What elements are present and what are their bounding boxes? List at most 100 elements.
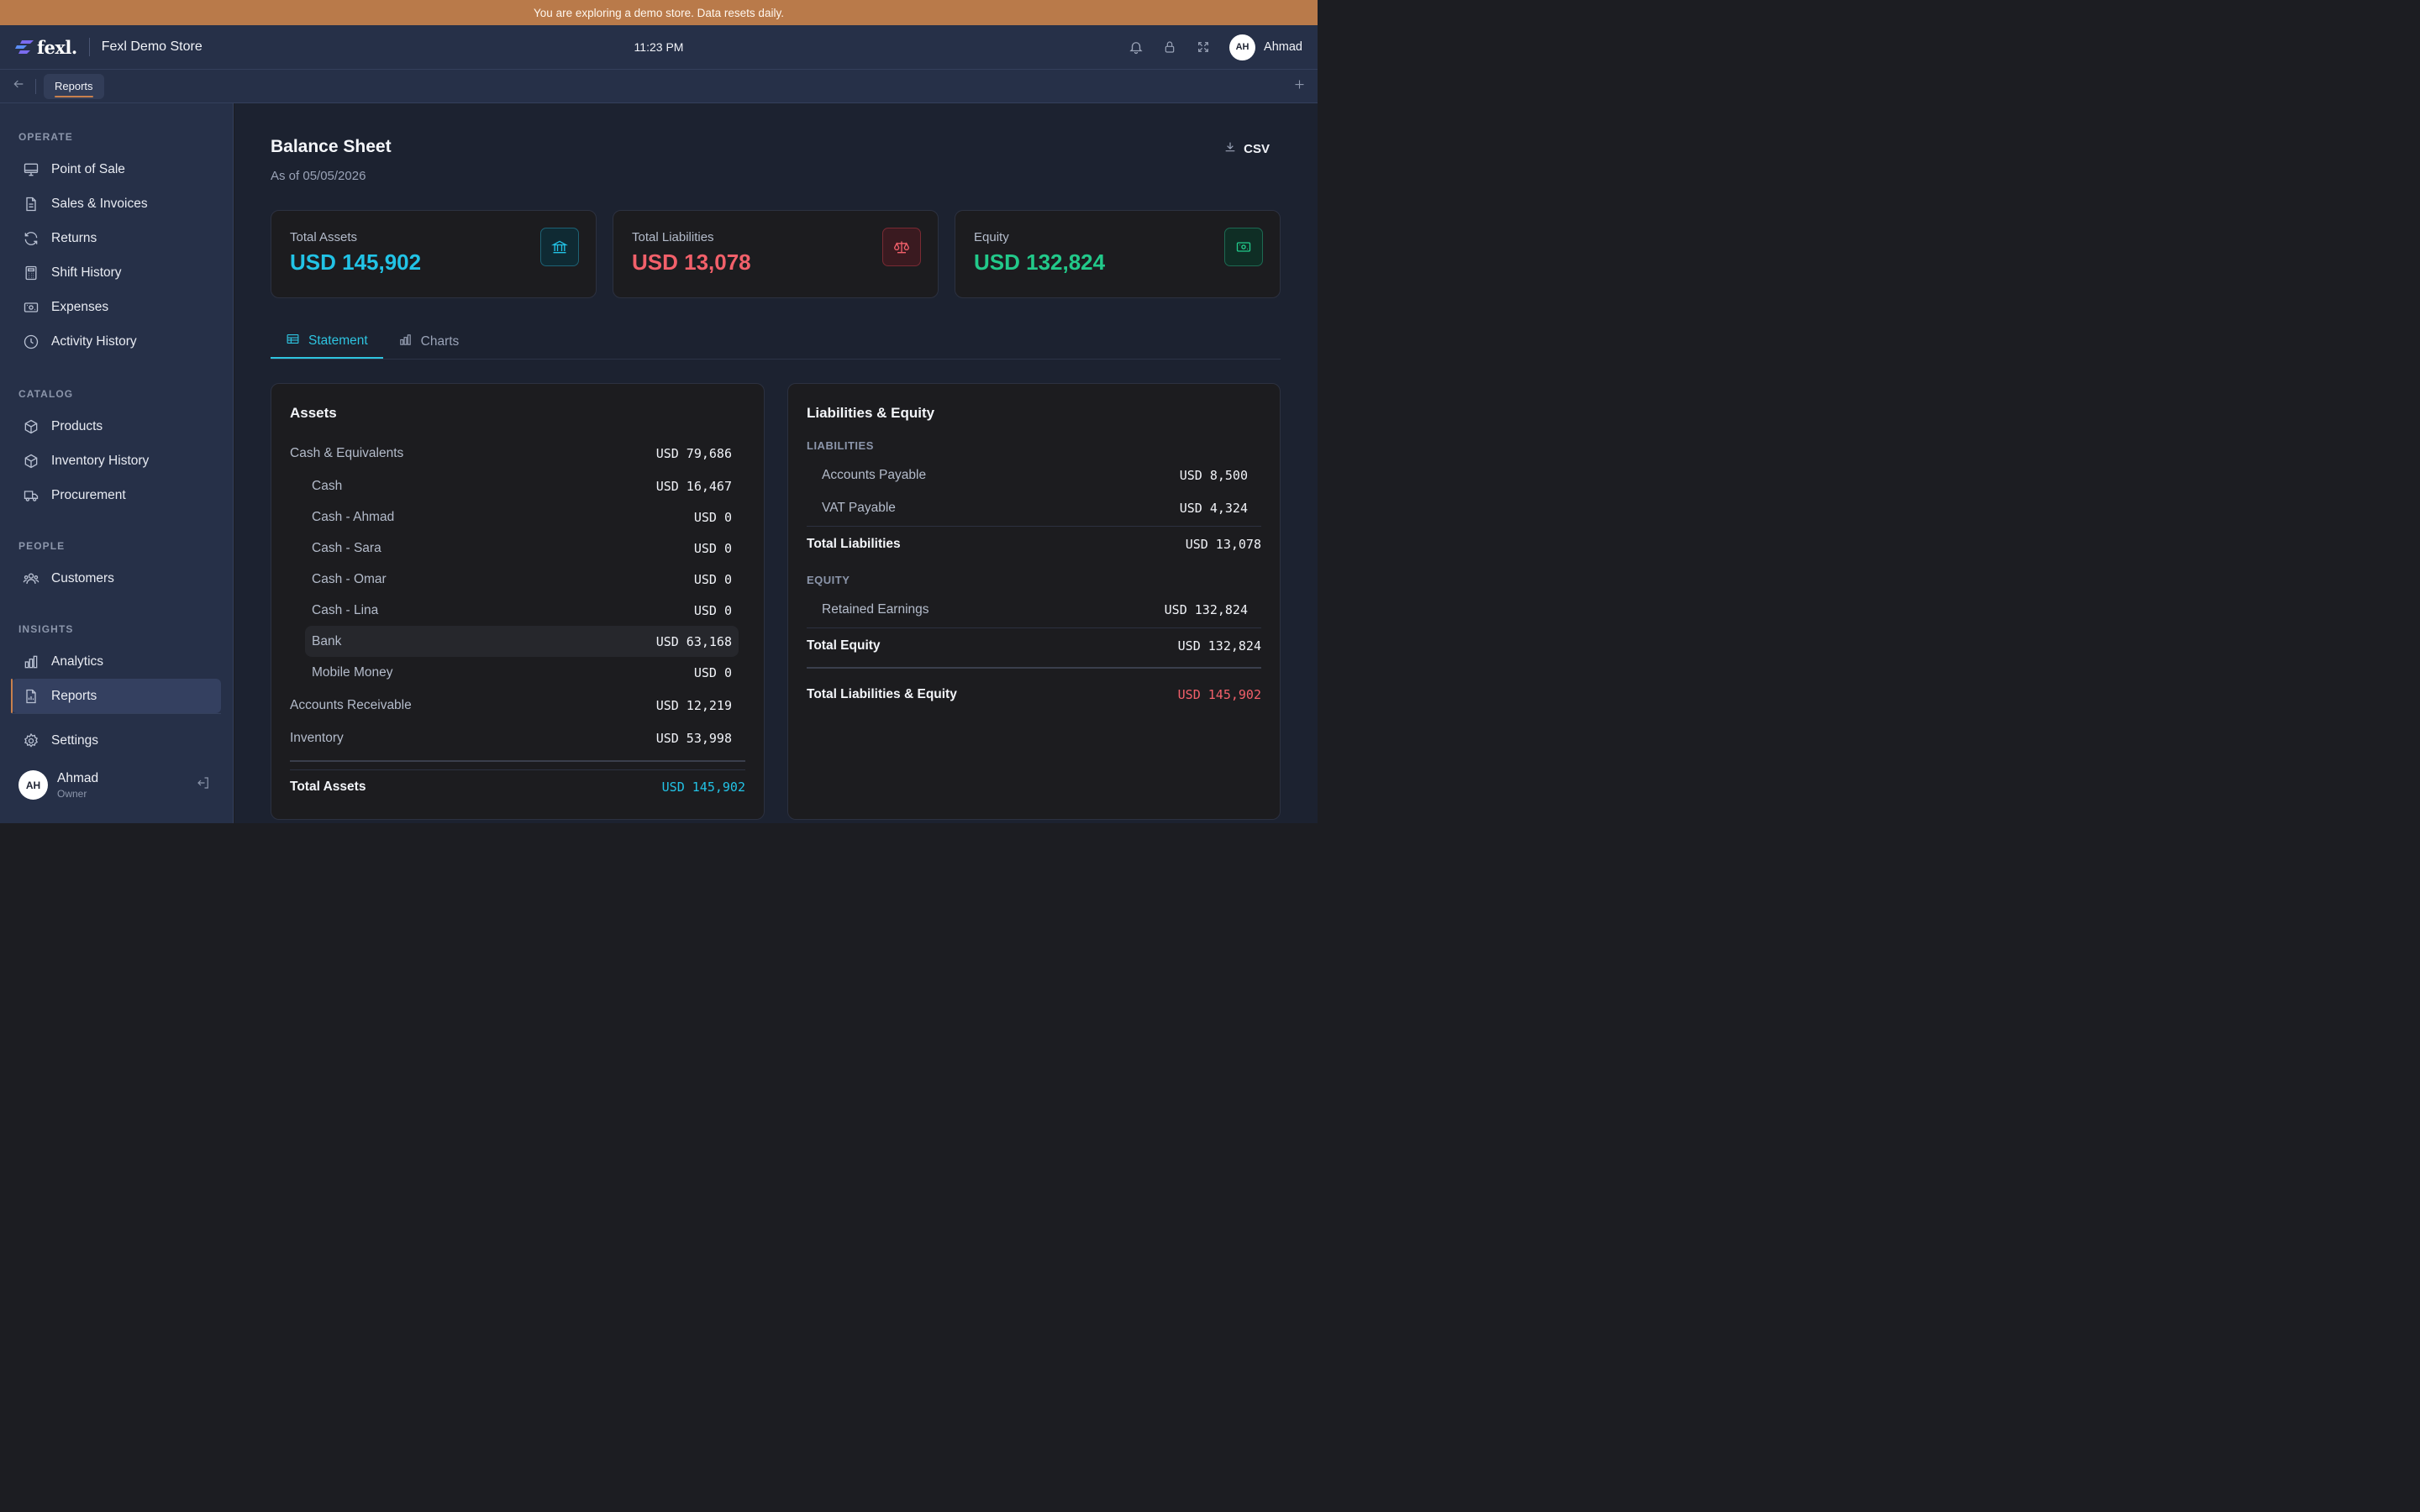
logo[interactable]: fexl. bbox=[15, 37, 77, 58]
row-label: Total Assets bbox=[290, 779, 366, 794]
sidebar-item-label: Procurement bbox=[51, 487, 126, 502]
section-catalog: CATALOG bbox=[18, 388, 74, 400]
bell-icon[interactable] bbox=[1128, 39, 1144, 55]
row-mobile-money: Mobile Money USD 0 bbox=[305, 657, 739, 688]
row-label: Total Liabilities & Equity bbox=[807, 686, 957, 701]
section-insights: INSIGHTS bbox=[18, 623, 74, 635]
sidebar-item-customers[interactable]: Customers bbox=[0, 561, 233, 596]
logout-icon[interactable] bbox=[196, 775, 211, 795]
truck-icon bbox=[22, 486, 39, 504]
row-label: Inventory bbox=[290, 730, 344, 745]
sidebar-item-activity[interactable]: Activity History bbox=[0, 324, 233, 359]
sidebar-divider bbox=[12, 713, 221, 714]
row-value: USD 132,824 bbox=[1164, 601, 1248, 617]
banknote-icon bbox=[22, 298, 39, 316]
row-value: USD 0 bbox=[693, 571, 732, 587]
total-liabilities-card: Total Liabilities USD 13,078 bbox=[613, 210, 939, 298]
sidebar-item-label: Activity History bbox=[51, 333, 137, 349]
monitor-icon bbox=[22, 160, 39, 178]
row-label: Mobile Money bbox=[312, 664, 393, 680]
sidebar-item-expenses[interactable]: Expenses bbox=[0, 290, 233, 324]
card-label: Total Liabilities bbox=[632, 230, 714, 244]
tab-divider bbox=[35, 78, 36, 94]
sidebar-item-analytics[interactable]: Analytics bbox=[0, 644, 233, 679]
sidebar-item-procurement[interactable]: Procurement bbox=[0, 478, 233, 512]
tab-label: Statement bbox=[308, 333, 368, 348]
add-tab-icon[interactable] bbox=[1293, 77, 1306, 95]
row-value: USD 79,686 bbox=[655, 445, 732, 461]
row-value: USD 12,219 bbox=[655, 697, 732, 713]
sidebar-item-label: Customers bbox=[51, 570, 114, 585]
logo-wordmark: fexl. bbox=[37, 36, 77, 58]
row-value: USD 0 bbox=[693, 664, 732, 680]
row-label: Bank bbox=[312, 633, 342, 648]
page-title: Balance Sheet bbox=[271, 137, 392, 156]
sidebar-item-products[interactable]: Products bbox=[0, 409, 233, 444]
bar-chart-icon bbox=[22, 653, 39, 670]
bank-icon bbox=[540, 228, 579, 266]
sidebar-item-reports[interactable]: Reports bbox=[11, 679, 221, 713]
divider bbox=[807, 526, 1261, 527]
sidebar-user-role: Owner bbox=[57, 787, 87, 800]
row-label: Total Equity bbox=[807, 638, 881, 653]
row-label: Cash - Lina bbox=[312, 602, 379, 617]
tab-statement[interactable]: Statement bbox=[271, 324, 383, 359]
row-value: USD 145,902 bbox=[661, 779, 745, 795]
main-content: Balance Sheet As of 05/05/2026 CSV Total… bbox=[234, 103, 1318, 823]
row-cash-lina: Cash - Lina USD 0 bbox=[305, 595, 739, 626]
csv-export-button[interactable]: CSV bbox=[1223, 140, 1270, 157]
liabilities-caption: LIABILITIES bbox=[807, 439, 874, 452]
sidebar-item-inventory[interactable]: Inventory History bbox=[0, 444, 233, 478]
row-vat-payable: VAT Payable USD 4,324 bbox=[815, 492, 1248, 523]
row-label: Accounts Payable bbox=[822, 467, 927, 482]
equity-card: Equity USD 132,824 bbox=[955, 210, 1281, 298]
row-inventory: Inventory USD 53,998 bbox=[290, 722, 732, 753]
row-label: Cash - Sara bbox=[312, 540, 381, 555]
panel-title: Assets bbox=[290, 405, 337, 421]
fexl-logo-icon bbox=[15, 40, 34, 54]
card-value: USD 145,902 bbox=[290, 249, 422, 275]
back-arrow-icon[interactable] bbox=[12, 77, 29, 95]
sidebar-user-name: Ahmad bbox=[57, 770, 99, 785]
scale-icon bbox=[882, 228, 921, 266]
table-icon bbox=[286, 332, 300, 350]
sidebar-item-sales[interactable]: Sales & Invoices bbox=[0, 186, 233, 221]
sidebar-item-label: Shift History bbox=[51, 265, 122, 280]
row-label: Retained Earnings bbox=[822, 601, 929, 617]
row-label: VAT Payable bbox=[822, 500, 896, 515]
tab-reports-label: Reports bbox=[55, 80, 93, 92]
row-value: USD 132,824 bbox=[1177, 638, 1261, 654]
store-name[interactable]: Fexl Demo Store bbox=[102, 39, 203, 55]
row-cash-equivalents: Cash & Equivalents USD 79,686 bbox=[290, 438, 732, 469]
card-label: Total Assets bbox=[290, 230, 358, 244]
row-bank[interactable]: Bank USD 63,168 bbox=[305, 626, 739, 657]
section-people: PEOPLE bbox=[18, 540, 66, 552]
row-retained-earnings: Retained Earnings USD 132,824 bbox=[815, 594, 1248, 625]
tab-charts[interactable]: Charts bbox=[383, 324, 475, 359]
clock: 11:23 PM bbox=[634, 40, 684, 54]
row-value: USD 13,078 bbox=[1185, 536, 1261, 552]
row-cash-sara: Cash - Sara USD 0 bbox=[305, 533, 739, 564]
row-total-liabilities-equity: Total Liabilities & Equity USD 145,902 bbox=[807, 679, 1261, 710]
sidebar-item-pos[interactable]: Point of Sale bbox=[0, 152, 233, 186]
sidebar-item-label: Products bbox=[51, 418, 103, 433]
sidebar-item-returns[interactable]: Returns bbox=[0, 221, 233, 255]
tab-reports[interactable]: Reports bbox=[44, 73, 104, 99]
header-user-menu[interactable]: AH Ahmad bbox=[1229, 34, 1302, 60]
row-total-liabilities: Total Liabilities USD 13,078 bbox=[807, 528, 1261, 559]
lock-icon[interactable] bbox=[1162, 39, 1177, 55]
card-value: USD 13,078 bbox=[632, 249, 751, 275]
row-value: USD 0 bbox=[693, 540, 732, 556]
sidebar-item-settings[interactable]: Settings bbox=[0, 723, 233, 758]
row-label: Accounts Receivable bbox=[290, 697, 412, 712]
sidebar-item-shift[interactable]: Shift History bbox=[0, 255, 233, 290]
row-value: USD 63,168 bbox=[655, 633, 732, 649]
fullscreen-icon[interactable] bbox=[1196, 39, 1211, 55]
calculator-icon bbox=[22, 264, 39, 281]
sidebar-item-label: Expenses bbox=[51, 299, 109, 314]
view-tabs: Statement Charts bbox=[271, 324, 1281, 360]
document-icon bbox=[22, 195, 39, 213]
sidebar: OPERATE Point of Sale Sales & Invoices R… bbox=[0, 103, 234, 823]
avatar: AH bbox=[18, 770, 48, 800]
tab-label: Charts bbox=[420, 333, 460, 349]
